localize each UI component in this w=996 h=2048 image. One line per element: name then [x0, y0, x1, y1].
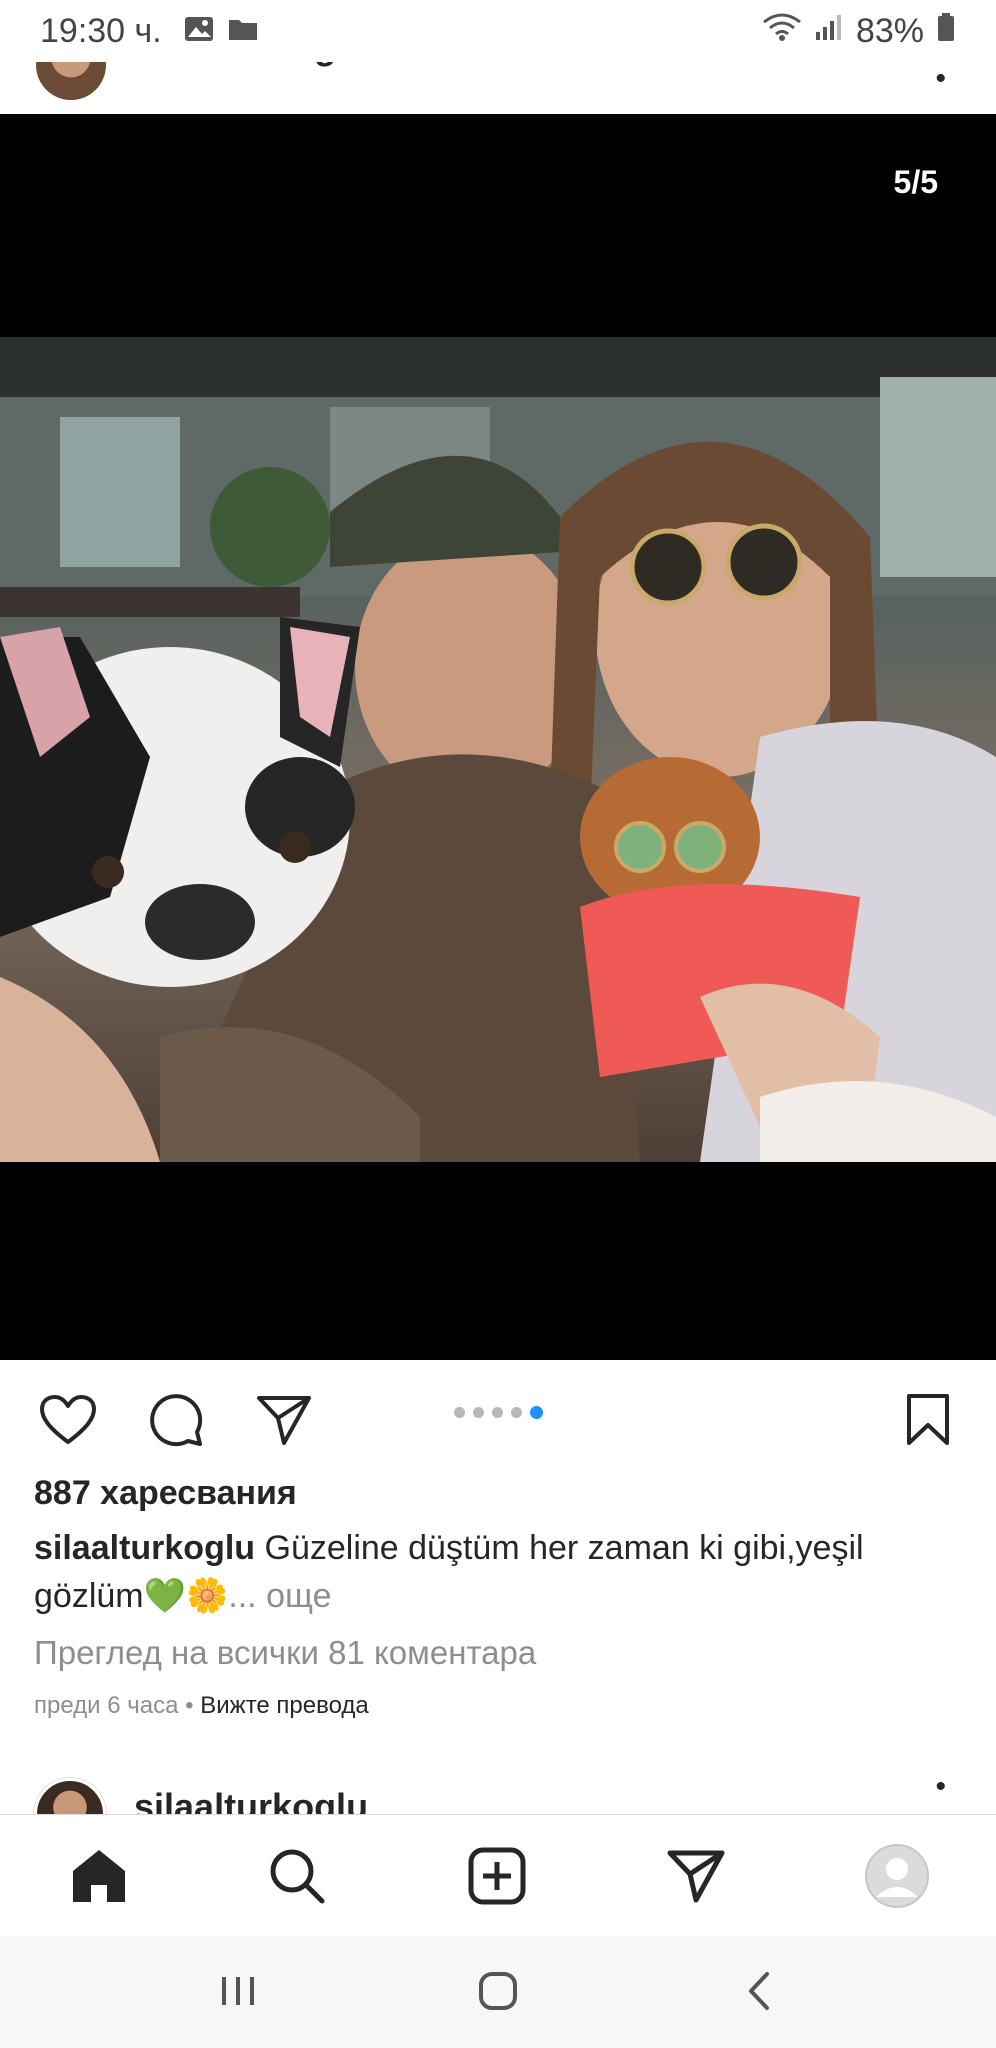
- bookmark-icon: [907, 1394, 949, 1445]
- battery-percent: 83%: [855, 11, 924, 50]
- nav-direct[interactable]: [663, 1843, 729, 1909]
- back-button[interactable]: [728, 1966, 788, 2016]
- status-time: 19:30 ч.: [40, 11, 162, 50]
- comment-icon: [150, 1394, 203, 1447]
- send-icon: [667, 1850, 725, 1903]
- nav-home[interactable]: [66, 1843, 132, 1909]
- carousel-dot: [473, 1407, 484, 1418]
- avatar[interactable]: [34, 1778, 106, 1814]
- share-button[interactable]: [254, 1390, 314, 1450]
- gallery-icon: [184, 12, 214, 51]
- see-translation-link[interactable]: Вижте превода: [200, 1692, 369, 1719]
- more-options-icon[interactable]: •: [935, 1772, 946, 1802]
- like-button[interactable]: [38, 1390, 98, 1450]
- comment-button[interactable]: [146, 1390, 206, 1450]
- carousel-indicator: [454, 1406, 543, 1419]
- nav-profile[interactable]: [864, 1843, 930, 1909]
- wifi-icon: [762, 12, 802, 51]
- post-caption[interactable]: silaalturkoglu Güzeline düştüm her zaman…: [34, 1524, 974, 1620]
- post-media[interactable]: 5/5: [0, 114, 996, 1360]
- profile-avatar-icon: [865, 1844, 929, 1908]
- carousel-dot: [492, 1407, 503, 1418]
- meta-separator: •: [178, 1692, 201, 1719]
- nav-create[interactable]: [464, 1843, 530, 1909]
- system-nav-bar: [0, 1936, 996, 2048]
- next-post-header[interactable]: silaalturkoglu •: [0, 1772, 996, 1814]
- next-post-username[interactable]: silaalturkoglu: [134, 1786, 368, 1814]
- plus-square-icon: [468, 1847, 526, 1905]
- bottom-nav: [0, 1814, 996, 1936]
- caption-username[interactable]: silaalturkoglu: [34, 1529, 255, 1567]
- status-right: 83%: [762, 12, 956, 51]
- recent-apps-icon: [222, 1977, 254, 2005]
- home-square-icon: [479, 1972, 517, 2010]
- carousel-dot-active: [530, 1406, 543, 1419]
- post-meta: преди 6 часа • Вижте превода: [34, 1692, 369, 1720]
- likes-count[interactable]: 887 харесвания: [34, 1474, 297, 1513]
- caption-more-link[interactable]: ... още: [228, 1577, 331, 1615]
- post-time: преди 6 часа: [34, 1692, 179, 1719]
- carousel-dot: [511, 1407, 522, 1418]
- post-photo[interactable]: [0, 337, 996, 1162]
- send-icon: [257, 1396, 311, 1445]
- status-bar: 19:30 ч. 83%: [0, 0, 996, 62]
- battery-icon: [936, 12, 956, 51]
- signal-icon: [814, 12, 844, 51]
- more-options-icon[interactable]: •: [935, 62, 946, 96]
- view-comments-link[interactable]: Преглед на всички 81 коментара: [34, 1634, 536, 1672]
- photo-illustration: [0, 337, 996, 1162]
- search-icon: [270, 1849, 325, 1904]
- home-icon: [73, 1850, 125, 1902]
- carousel-dot: [454, 1407, 465, 1418]
- heart-icon: [40, 1395, 96, 1444]
- home-system-button[interactable]: [468, 1966, 528, 2016]
- chevron-left-icon: [749, 1972, 769, 2010]
- folder-icon: [228, 12, 258, 51]
- recent-apps-button[interactable]: [208, 1966, 268, 2016]
- save-button[interactable]: [898, 1390, 958, 1450]
- carousel-counter: 5/5: [893, 164, 938, 200]
- nav-search[interactable]: [264, 1843, 330, 1909]
